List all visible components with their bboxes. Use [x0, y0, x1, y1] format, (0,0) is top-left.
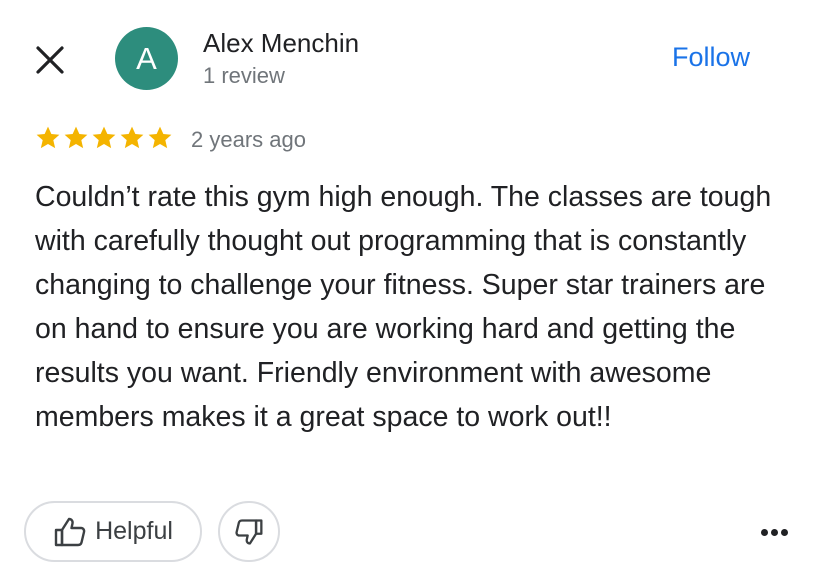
thumbs-up-icon — [54, 517, 86, 546]
star-icon — [64, 126, 88, 149]
helpful-button[interactable]: Helpful — [24, 501, 202, 562]
reviewer-name[interactable]: Alex Menchin — [203, 28, 359, 59]
star-rating — [35, 125, 173, 151]
review-date: 2 years ago — [191, 127, 306, 152]
star-icon — [120, 126, 144, 149]
star-icon — [36, 126, 60, 149]
thumbs-down-icon — [235, 518, 263, 545]
more-options-button[interactable] — [752, 519, 796, 545]
helpful-label: Helpful — [95, 517, 173, 545]
star-icon — [92, 126, 116, 149]
star-icon — [148, 126, 172, 149]
close-button[interactable] — [30, 40, 70, 80]
avatar[interactable]: A — [115, 27, 178, 90]
more-horizontal-icon — [760, 528, 788, 536]
dislike-button[interactable] — [218, 501, 280, 562]
review-detail: A Alex Menchin 1 review Follow 2 years a… — [0, 0, 816, 588]
close-icon — [36, 46, 64, 74]
review-text: Couldn’t rate this gym high enough. The … — [35, 181, 772, 433]
follow-button[interactable]: Follow — [672, 42, 750, 73]
review-count: 1 review — [203, 63, 285, 88]
